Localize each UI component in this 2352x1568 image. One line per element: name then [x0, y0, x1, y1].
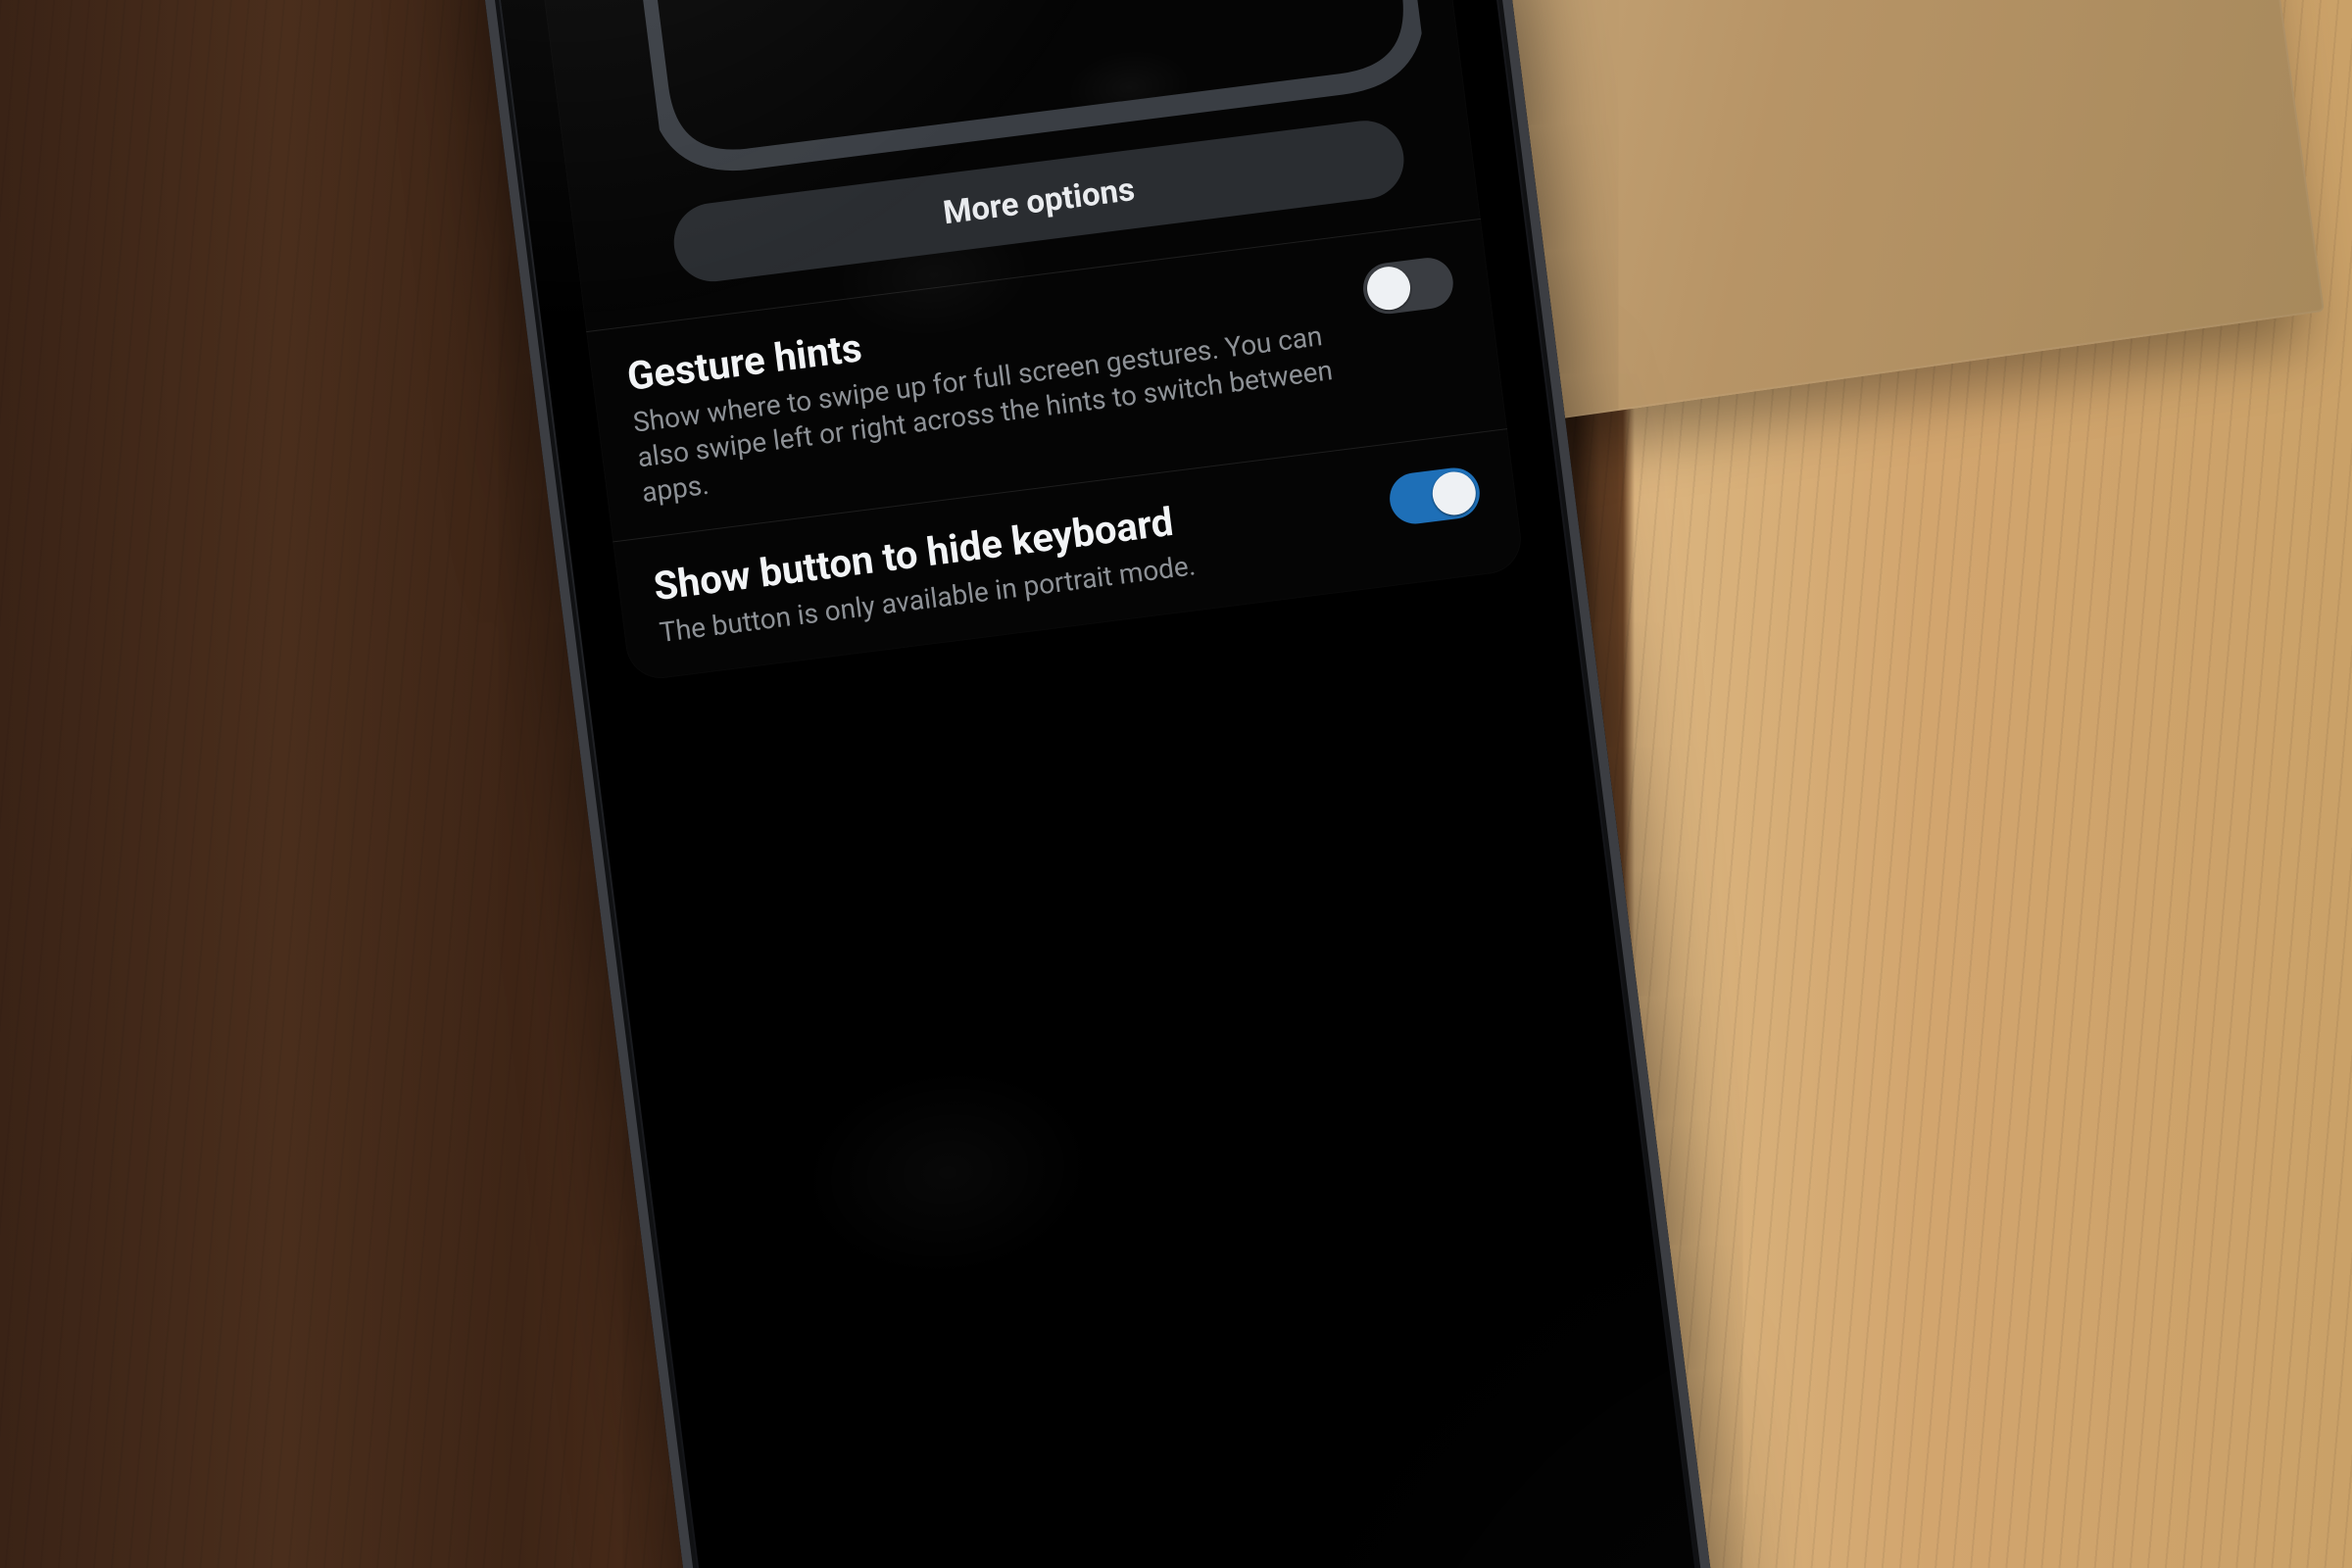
toggle-knob-icon	[1430, 469, 1478, 517]
desk-scene: Full screen gestures More options	[0, 0, 2352, 1568]
hide-keyboard-toggle[interactable]	[1387, 466, 1483, 527]
more-options-label: More options	[941, 171, 1137, 232]
navigation-bar-settings-page: Full screen gestures More options	[470, 0, 1704, 1568]
screen-empty-area	[620, 568, 1669, 1568]
toggle-knob-icon	[1364, 265, 1412, 313]
phone-screen: Full screen gestures More options	[470, 0, 1704, 1568]
gesture-hints-toggle[interactable]	[1360, 255, 1456, 317]
settings-card: Full screen gestures More options	[514, 0, 1525, 683]
phone-device: Full screen gestures More options	[454, 0, 1723, 1568]
